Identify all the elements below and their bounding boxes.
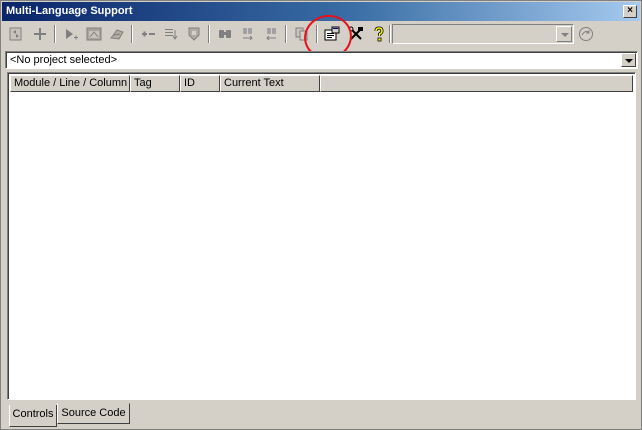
shield-button[interactable]	[183, 24, 205, 44]
shield-icon	[188, 27, 200, 41]
window-title: Multi-Language Support	[6, 5, 133, 17]
tools-icon	[348, 26, 363, 40]
properties-button[interactable]	[321, 24, 343, 44]
column-header-id[interactable]: ID	[180, 75, 220, 92]
run-scan-button[interactable]	[60, 24, 82, 44]
find-previous-button[interactable]	[260, 24, 282, 44]
help-icon	[374, 26, 384, 42]
toolbar-separator	[131, 25, 133, 43]
column-header-tag[interactable]: Tag	[130, 75, 180, 92]
tab-source-code[interactable]: Source Code	[57, 403, 130, 424]
form-icon	[86, 27, 102, 41]
insert-row-button[interactable]	[137, 24, 159, 44]
find-button[interactable]	[214, 24, 236, 44]
project-selector-value: <No project selected>	[10, 54, 118, 66]
close-icon: ×	[627, 5, 633, 16]
find-icon	[219, 30, 231, 38]
toolbar-separator	[208, 25, 210, 43]
language-combo[interactable]	[392, 24, 574, 44]
tools-button[interactable]	[345, 24, 367, 44]
go-icon	[579, 27, 593, 41]
toolbar-separator	[389, 25, 391, 43]
find-next-button[interactable]	[237, 24, 259, 44]
go-button[interactable]	[575, 24, 597, 44]
toolbar-separator	[285, 25, 287, 43]
insert-row-icon	[142, 31, 155, 37]
refresh-button[interactable]	[5, 24, 27, 44]
run-scan-icon	[66, 29, 78, 40]
properties-icon	[324, 26, 340, 41]
add-icon	[34, 28, 46, 40]
column-header-current-text[interactable]: Current Text	[220, 75, 320, 92]
find-previous-icon	[266, 28, 276, 41]
column-header-module[interactable]: Module / Line / Column	[10, 75, 130, 92]
find-next-icon	[243, 28, 253, 41]
column-header-filler	[320, 75, 633, 92]
refresh-icon	[9, 27, 22, 41]
strings-list[interactable]: Module / Line / Column Tag ID Current Te…	[7, 72, 636, 400]
toolbar	[3, 22, 639, 46]
toolbar-separator	[54, 25, 56, 43]
toolbar-separator	[316, 25, 318, 43]
help-button[interactable]	[368, 24, 390, 44]
list-header: Module / Line / Column Tag ID Current Te…	[10, 75, 320, 92]
form-button[interactable]	[83, 24, 105, 44]
chevron-down-icon[interactable]	[621, 53, 636, 67]
close-button[interactable]: ×	[623, 5, 637, 18]
sort-list-icon	[165, 29, 178, 40]
copy-button[interactable]	[291, 24, 313, 44]
chevron-down-icon[interactable]	[556, 26, 572, 42]
multi-language-support-window: Multi-Language Support × <No project sel…	[0, 0, 642, 430]
project-selector[interactable]: <No project selected>	[5, 51, 638, 69]
add-button[interactable]	[29, 24, 51, 44]
sort-list-button[interactable]	[160, 24, 182, 44]
translate-button[interactable]	[106, 24, 128, 44]
copy-icon	[295, 27, 308, 41]
tab-controls[interactable]: Controls	[9, 405, 57, 427]
title-bar: Multi-Language Support ×	[2, 2, 640, 21]
translate-icon	[110, 29, 124, 40]
